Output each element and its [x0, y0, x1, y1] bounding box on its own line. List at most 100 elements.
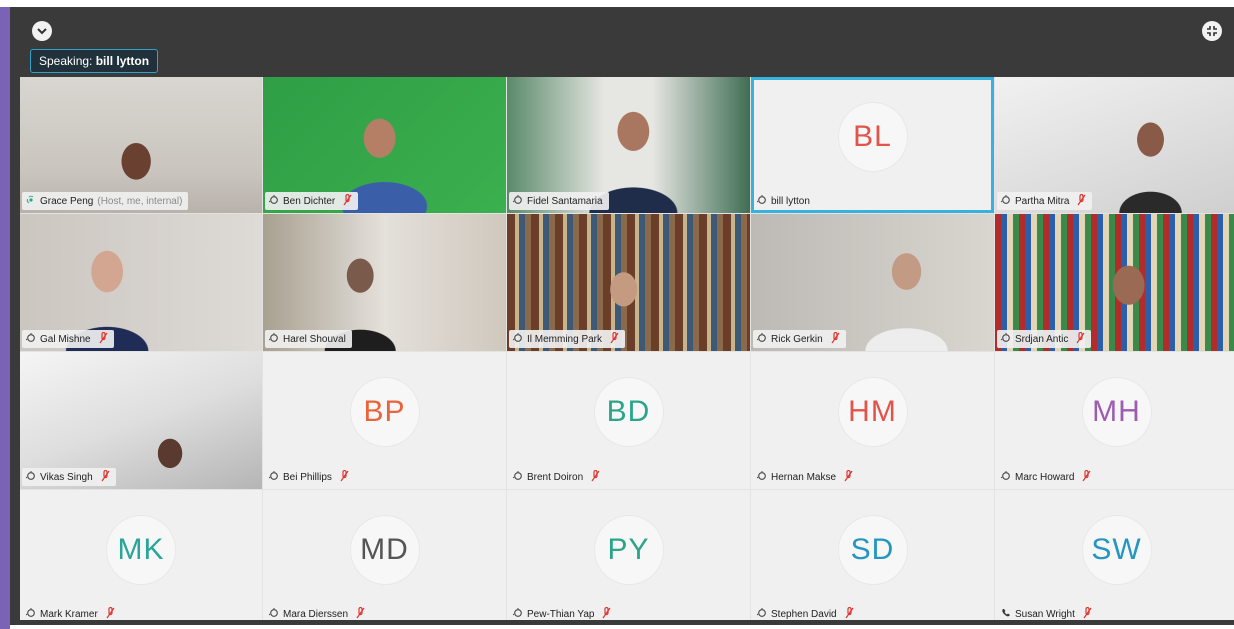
participant-role-note: (Host, me, internal): [97, 195, 183, 207]
avatar: SW: [1082, 515, 1151, 584]
mic-icon: [513, 194, 523, 208]
mic-icon: [513, 607, 523, 621]
participant-nametag: Harel Shouval: [265, 330, 352, 348]
active-speaker-badge: Speaking: bill lytton: [30, 49, 159, 73]
participant-nametag: Ben Dichter: [265, 192, 359, 210]
mic-icon: [513, 470, 523, 484]
participant-name: Brent Doiron: [527, 471, 584, 483]
avatar: SD: [838, 515, 907, 584]
participant-name: Bei Phillips: [283, 471, 332, 483]
mic-icon: [26, 332, 36, 346]
speaking-mic-icon: [26, 195, 36, 208]
participant-name: Il Memming Park: [527, 333, 603, 345]
muted-mic-icon: [1078, 469, 1091, 485]
participant-name: Srdjan Antic: [1015, 333, 1069, 345]
muted-mic-icon: [1072, 331, 1085, 347]
participant-tile[interactable]: Srdjan Antic: [995, 214, 1234, 351]
meeting-toolbar: Speaking: bill lytton: [10, 7, 1234, 75]
mic-icon: [513, 332, 523, 346]
participant-name: Partha Mitra: [1015, 195, 1070, 207]
participant-tile[interactable]: Fidel Santamaria: [507, 77, 750, 213]
muted-mic-icon: [606, 331, 619, 347]
participant-tile[interactable]: HM Hernan Makse: [751, 352, 994, 489]
participant-gallery: Grace Peng (Host, me, internal) Ben Dichte…: [20, 77, 1234, 625]
participant-nametag: Il Memming Park: [509, 330, 626, 348]
muted-mic-icon: [840, 469, 853, 485]
muted-mic-icon: [97, 469, 110, 485]
mic-icon: [757, 194, 767, 208]
participant-name: Susan Wright: [1015, 608, 1075, 620]
participant-name: Mark Kramer: [40, 608, 98, 620]
muted-mic-icon: [587, 469, 600, 485]
participant-tile[interactable]: BP Bei Phillips: [263, 352, 506, 489]
participant-name: Marc Howard: [1015, 471, 1075, 483]
participant-name: bill lytton: [771, 195, 810, 207]
app-sidebar-strip: [0, 7, 10, 629]
mic-icon: [1001, 332, 1011, 346]
mic-icon: [757, 607, 767, 621]
muted-mic-icon: [1073, 193, 1086, 209]
participant-tile[interactable]: BD Brent Doiron: [507, 352, 750, 489]
participant-nametag: Bei Phillips: [265, 468, 355, 486]
participant-nametag: Srdjan Antic: [997, 330, 1092, 348]
avatar: HM: [838, 378, 907, 447]
participant-name: Fidel Santamaria: [527, 195, 603, 207]
avatar: MK: [107, 515, 175, 584]
participant-tile[interactable]: Harel Shouval: [263, 214, 506, 351]
mic-icon: [26, 470, 36, 484]
participant-name: Stephen David: [771, 608, 837, 620]
mic-icon: [269, 194, 279, 208]
chevron-down-icon[interactable]: [32, 21, 52, 41]
participant-tile[interactable]: SD Stephen David: [751, 490, 994, 625]
phone-icon: [1001, 608, 1011, 621]
participant-tile[interactable]: MK Mark Kramer: [20, 490, 262, 625]
participant-name: Grace Peng: [40, 195, 94, 207]
participant-nametag: Hernan Makse: [753, 468, 860, 486]
participant-name: Rick Gerkin: [771, 333, 823, 345]
participant-tile[interactable]: Grace Peng (Host, me, internal): [20, 77, 262, 213]
mic-icon: [269, 607, 279, 621]
participant-tile[interactable]: Il Memming Park: [507, 214, 750, 351]
muted-mic-icon: [339, 193, 352, 209]
mic-icon: [757, 470, 767, 484]
avatar: MH: [1082, 378, 1151, 447]
participant-tile[interactable]: Vikas Singh: [20, 352, 262, 489]
participant-name: Vikas Singh: [40, 471, 93, 483]
speaking-label: Speaking:: [39, 54, 93, 68]
avatar: PY: [594, 515, 663, 584]
participant-tile[interactable]: SW Susan Wright: [995, 490, 1234, 625]
participant-name: Mara Dierssen: [283, 608, 349, 620]
mic-icon: [26, 607, 36, 621]
participant-tile[interactable]: BL bill lytton: [751, 77, 994, 213]
participant-nametag: Gal Mishne: [22, 330, 114, 348]
participant-nametag: Partha Mitra: [997, 192, 1093, 210]
participant-tile[interactable]: MH Marc Howard: [995, 352, 1234, 489]
participant-nametag: Fidel Santamaria: [509, 192, 609, 210]
participant-name: Pew-Thian Yap: [527, 608, 595, 620]
participant-name: Gal Mishne: [40, 333, 91, 345]
participant-nametag: Grace Peng (Host, me, internal): [22, 192, 189, 210]
muted-mic-icon: [336, 469, 349, 485]
participant-tile[interactable]: Ben Dichter: [263, 77, 506, 213]
mic-icon: [269, 332, 279, 346]
exit-fullscreen-icon[interactable]: [1202, 21, 1222, 41]
participant-tile[interactable]: Rick Gerkin: [751, 214, 994, 351]
participant-nametag: bill lytton: [753, 192, 816, 210]
window-bottom-edge: [10, 620, 1234, 625]
participant-name: Harel Shouval: [283, 333, 346, 345]
mic-icon: [1001, 470, 1011, 484]
participant-name: Ben Dichter: [283, 195, 336, 207]
avatar: BD: [594, 378, 663, 447]
participant-tile[interactable]: MD Mara Dierssen: [263, 490, 506, 625]
participant-tile[interactable]: PY Pew-Thian Yap: [507, 490, 750, 625]
mic-icon: [1001, 194, 1011, 208]
participant-tile[interactable]: Gal Mishne: [20, 214, 262, 351]
participant-tile[interactable]: Partha Mitra: [995, 77, 1234, 213]
participant-nametag: Rick Gerkin: [753, 330, 846, 348]
speaking-name: bill lytton: [95, 54, 150, 68]
participant-nametag: Marc Howard: [997, 468, 1098, 486]
mic-icon: [757, 332, 767, 346]
participant-nametag: Brent Doiron: [509, 468, 607, 486]
participant-nametag: Vikas Singh: [22, 468, 116, 486]
participant-name: Hernan Makse: [771, 471, 837, 483]
